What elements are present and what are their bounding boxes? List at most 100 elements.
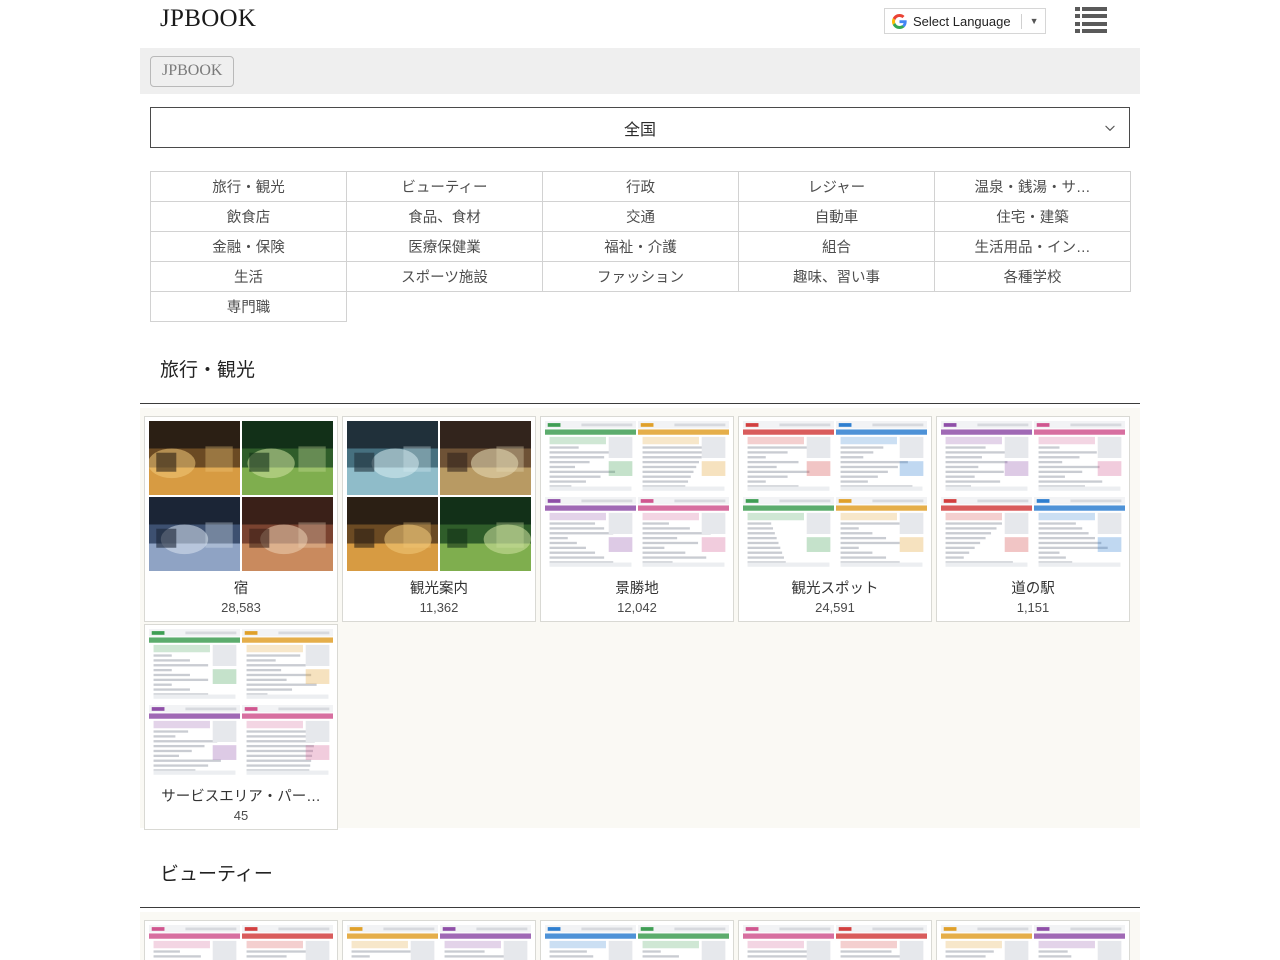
site-header: JPBOOK Select Language ▼ bbox=[0, 0, 1280, 46]
translate-separator bbox=[1021, 14, 1022, 29]
card-thumbnail bbox=[743, 421, 834, 495]
card-thumbnail-grid bbox=[347, 421, 531, 571]
card-label: 宿 bbox=[149, 577, 333, 598]
category-cell[interactable]: 医療保健業 bbox=[347, 232, 543, 262]
chevron-down-icon[interactable]: ▼ bbox=[1030, 16, 1039, 26]
site-logo[interactable]: JPBOOK bbox=[160, 5, 256, 33]
category-cell[interactable]: 温泉・銭湯・サ… bbox=[935, 172, 1131, 202]
section-title: ビューティー bbox=[160, 859, 273, 886]
card-thumbnail bbox=[638, 421, 729, 495]
card-thumbnail-grid bbox=[941, 925, 1125, 960]
breadcrumb-item-home[interactable]: JPBOOK bbox=[150, 56, 234, 87]
card-thumbnail bbox=[242, 497, 333, 571]
category-cell[interactable]: 交通 bbox=[543, 202, 739, 232]
category-cell[interactable]: 組合 bbox=[739, 232, 935, 262]
page-root: JPBOOK Select Language ▼ JPBOOK bbox=[0, 0, 1280, 960]
category-table-row: 金融・保険医療保健業福祉・介護組合生活用品・イン… bbox=[151, 232, 1131, 262]
category-cell[interactable]: スポーツ施設 bbox=[347, 262, 543, 292]
card-thumbnail bbox=[941, 421, 1032, 495]
card-thumbnail-grid bbox=[743, 421, 927, 571]
category-card[interactable] bbox=[144, 920, 338, 960]
region-select[interactable]: 全国 bbox=[150, 107, 1130, 148]
card-thumbnail bbox=[149, 925, 240, 960]
card-thumbnail bbox=[440, 925, 531, 960]
card-thumbnail bbox=[347, 925, 438, 960]
category-card[interactable]: 道の駅1,151 bbox=[936, 416, 1130, 622]
category-cell[interactable]: 金融・保険 bbox=[151, 232, 347, 262]
category-card[interactable]: 観光スポット24,591 bbox=[738, 416, 932, 622]
card-thumbnail bbox=[440, 421, 531, 495]
category-cell[interactable]: 旅行・観光 bbox=[151, 172, 347, 202]
category-table: 旅行・観光ビューティー行政レジャー温泉・銭湯・サ…飲食店食品、食材交通自動車住宅… bbox=[150, 171, 1131, 322]
menu-row bbox=[1075, 29, 1107, 33]
category-table-row: 専門職 bbox=[151, 292, 1131, 322]
category-cell[interactable]: 食品、食材 bbox=[347, 202, 543, 232]
card-count: 1,151 bbox=[941, 600, 1125, 621]
breadcrumb: JPBOOK bbox=[140, 48, 1140, 94]
card-thumbnail bbox=[545, 925, 636, 960]
card-thumbnail bbox=[440, 497, 531, 571]
category-cell[interactable]: 専門職 bbox=[151, 292, 347, 322]
card-thumbnail bbox=[638, 497, 729, 571]
google-translate-widget[interactable]: Select Language ▼ bbox=[884, 8, 1046, 34]
card-thumbnail-grid bbox=[545, 421, 729, 571]
category-cell-empty bbox=[543, 292, 739, 322]
card-thumbnail bbox=[1034, 925, 1125, 960]
category-cell[interactable]: 趣味、習い事 bbox=[739, 262, 935, 292]
card-thumbnail bbox=[545, 421, 636, 495]
category-cell[interactable]: 行政 bbox=[543, 172, 739, 202]
chevron-down-icon bbox=[1103, 121, 1117, 135]
card-count: 24,591 bbox=[743, 600, 927, 621]
section-title: 旅行・観光 bbox=[160, 355, 255, 382]
card-thumbnail bbox=[149, 629, 240, 703]
menu-row bbox=[1075, 22, 1107, 26]
card-thumbnail bbox=[941, 497, 1032, 571]
category-card[interactable]: 観光案内11,362 bbox=[342, 416, 536, 622]
section-cards: 宿28,583観光案内11,362景勝地12,042観光スポット24,591道の… bbox=[140, 408, 1140, 828]
card-label: 道の駅 bbox=[941, 577, 1125, 598]
card-thumbnail-grid bbox=[347, 925, 531, 960]
category-cell-empty bbox=[347, 292, 543, 322]
category-card[interactable] bbox=[540, 920, 734, 960]
card-thumbnail bbox=[1034, 421, 1125, 495]
cards-row bbox=[142, 918, 1140, 960]
card-thumbnail bbox=[242, 705, 333, 779]
section-divider bbox=[140, 907, 1140, 908]
category-card[interactable]: サービスエリア・パー…45 bbox=[144, 624, 338, 830]
card-label: 観光スポット bbox=[743, 577, 927, 598]
list-menu-icon[interactable] bbox=[1075, 7, 1107, 33]
menu-row bbox=[1075, 14, 1107, 18]
category-card[interactable]: 宿28,583 bbox=[144, 416, 338, 622]
category-card[interactable] bbox=[342, 920, 536, 960]
category-cell[interactable]: 生活 bbox=[151, 262, 347, 292]
card-thumbnail-grid bbox=[149, 925, 333, 960]
card-label: サービスエリア・パー… bbox=[149, 785, 333, 806]
card-thumbnail-grid bbox=[149, 421, 333, 571]
category-cell[interactable]: レジャー bbox=[739, 172, 935, 202]
category-card[interactable]: 景勝地12,042 bbox=[540, 416, 734, 622]
card-thumbnail bbox=[638, 925, 729, 960]
category-cell-empty bbox=[739, 292, 935, 322]
category-cell[interactable]: 自動車 bbox=[739, 202, 935, 232]
card-thumbnail bbox=[149, 705, 240, 779]
category-cell[interactable]: 各種学校 bbox=[935, 262, 1131, 292]
card-count: 28,583 bbox=[149, 600, 333, 621]
menu-row bbox=[1075, 7, 1107, 11]
category-cell[interactable]: 飲食店 bbox=[151, 202, 347, 232]
card-thumbnail bbox=[743, 497, 834, 571]
section-divider bbox=[140, 403, 1140, 404]
category-card[interactable] bbox=[738, 920, 932, 960]
category-table-body: 旅行・観光ビューティー行政レジャー温泉・銭湯・サ…飲食店食品、食材交通自動車住宅… bbox=[151, 172, 1131, 322]
card-thumbnail bbox=[242, 421, 333, 495]
category-cell[interactable]: ビューティー bbox=[347, 172, 543, 202]
category-cell[interactable]: 生活用品・イン… bbox=[935, 232, 1131, 262]
category-cell[interactable]: 住宅・建築 bbox=[935, 202, 1131, 232]
category-card[interactable] bbox=[936, 920, 1130, 960]
card-label: 観光案内 bbox=[347, 577, 531, 598]
card-thumbnail bbox=[836, 497, 927, 571]
category-cell[interactable]: ファッション bbox=[543, 262, 739, 292]
category-cell[interactable]: 福祉・介護 bbox=[543, 232, 739, 262]
card-thumbnail-grid bbox=[941, 421, 1125, 571]
category-table-row: 飲食店食品、食材交通自動車住宅・建築 bbox=[151, 202, 1131, 232]
translate-label: Select Language bbox=[913, 15, 1011, 28]
